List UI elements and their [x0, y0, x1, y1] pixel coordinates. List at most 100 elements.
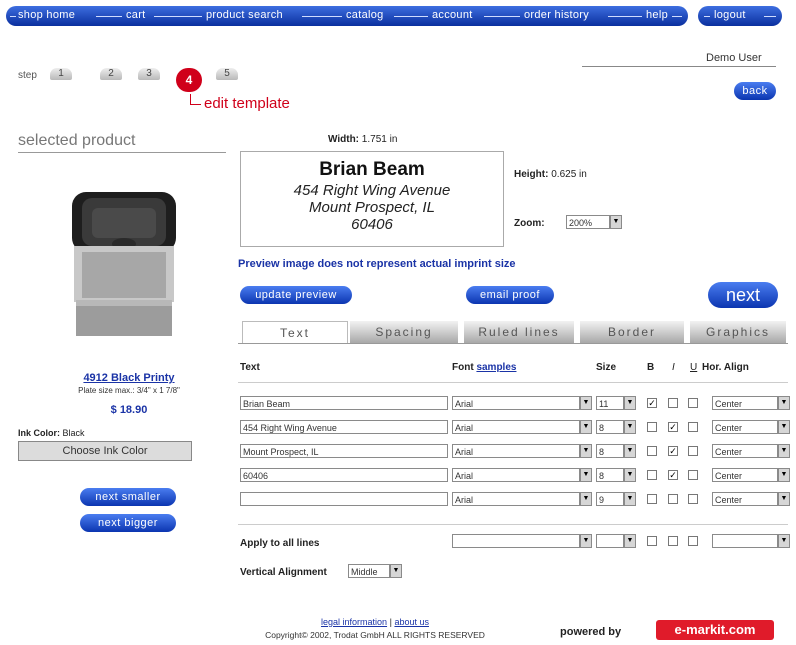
next-bigger-button[interactable]: next bigger: [80, 514, 176, 532]
line-size-select[interactable]: 8: [596, 420, 624, 434]
zoom-dropdown-arrow-icon[interactable]: ▼: [610, 215, 622, 229]
line-align-select[interactable]: Center: [712, 396, 778, 410]
nav-cart[interactable]: cart: [126, 9, 146, 21]
line-size-arrow-icon[interactable]: ▼: [624, 396, 636, 410]
apply-all-align-arrow-icon[interactable]: ▼: [778, 534, 790, 548]
apply-all-italic-checkbox[interactable]: [668, 536, 678, 546]
line-align-select[interactable]: Center: [712, 492, 778, 506]
line-font-arrow-icon[interactable]: ▼: [580, 420, 592, 434]
apply-all-bold-checkbox[interactable]: [647, 536, 657, 546]
choose-ink-color-button[interactable]: Choose Ink Color: [18, 441, 192, 461]
line-size-arrow-icon[interactable]: ▼: [624, 444, 636, 458]
line-size-select[interactable]: 9: [596, 492, 624, 506]
line-align-select[interactable]: Center: [712, 420, 778, 434]
step-3[interactable]: 3: [138, 68, 160, 80]
apply-all-underline-checkbox[interactable]: [688, 536, 698, 546]
emarkit-logo[interactable]: e-markit.com: [656, 620, 774, 640]
apply-all-size-select[interactable]: [596, 534, 624, 548]
legal-information-link[interactable]: legal information: [321, 617, 387, 627]
tab-text[interactable]: Text: [242, 321, 348, 344]
line-size-arrow-icon[interactable]: ▼: [624, 468, 636, 482]
line-italic-checkbox[interactable]: ✓: [668, 470, 678, 480]
line-bold-checkbox[interactable]: [647, 470, 657, 480]
apply-all-font-arrow-icon[interactable]: ▼: [580, 534, 592, 548]
line-text-input[interactable]: 454 Right Wing Avenue: [240, 420, 448, 434]
line-font-select[interactable]: Arial: [452, 444, 580, 458]
line-size-arrow-icon[interactable]: ▼: [624, 492, 636, 506]
step-1[interactable]: 1: [50, 68, 72, 80]
line-underline-checkbox[interactable]: [688, 398, 698, 408]
line-italic-checkbox[interactable]: ✓: [668, 446, 678, 456]
line-font-arrow-icon[interactable]: ▼: [580, 396, 592, 410]
next-smaller-button[interactable]: next smaller: [80, 488, 176, 506]
line-italic-checkbox[interactable]: [668, 494, 678, 504]
nav-help[interactable]: help: [646, 9, 668, 21]
email-proof-button[interactable]: email proof: [466, 286, 554, 304]
line-align-arrow-icon[interactable]: ▼: [778, 492, 790, 506]
line-align-select[interactable]: Center: [712, 468, 778, 482]
line-align-arrow-icon[interactable]: ▼: [778, 396, 790, 410]
zoom-select[interactable]: 200%: [566, 215, 610, 229]
nav-order-history[interactable]: order history: [524, 9, 589, 21]
line-align-select[interactable]: Center: [712, 444, 778, 458]
line-font-arrow-icon[interactable]: ▼: [580, 444, 592, 458]
line-font-select[interactable]: Arial: [452, 492, 580, 506]
line-text-input[interactable]: Brian Beam: [240, 396, 448, 410]
font-samples-link[interactable]: samples: [476, 362, 516, 373]
product-name-link[interactable]: 4912 Black Printy: [50, 372, 208, 384]
line-bold-checkbox[interactable]: ✓: [647, 398, 657, 408]
line-font-select[interactable]: Arial: [452, 420, 580, 434]
about-us-link[interactable]: about us: [394, 617, 429, 627]
apply-all-font-select[interactable]: [452, 534, 580, 548]
line-underline-checkbox[interactable]: [688, 494, 698, 504]
logout-label: logout: [714, 9, 746, 21]
header-italic: I: [672, 362, 675, 373]
nav-account[interactable]: account: [432, 9, 473, 21]
step-2[interactable]: 2: [100, 68, 122, 80]
line-size-select[interactable]: 11: [596, 396, 624, 410]
line-size-select[interactable]: 8: [596, 444, 624, 458]
line-bold-checkbox[interactable]: [647, 446, 657, 456]
back-button[interactable]: back: [734, 82, 776, 100]
nav-catalog[interactable]: catalog: [346, 9, 384, 21]
preview-line-4: 60406: [351, 216, 393, 233]
line-underline-checkbox[interactable]: [688, 446, 698, 456]
tab-border[interactable]: Border: [580, 321, 684, 343]
line-size-select[interactable]: 8: [596, 468, 624, 482]
product-image: [72, 192, 176, 336]
tab-graphics[interactable]: Graphics: [690, 321, 786, 343]
height-label: Height:: [514, 169, 549, 180]
line-bold-checkbox[interactable]: [647, 422, 657, 432]
line-text-input[interactable]: 60406: [240, 468, 448, 482]
vertical-alignment-select[interactable]: Middle: [348, 564, 390, 578]
logout-button[interactable]: logout: [698, 6, 782, 26]
vertical-alignment-arrow-icon[interactable]: ▼: [390, 564, 402, 578]
line-font-select[interactable]: Arial: [452, 396, 580, 410]
line-text-input[interactable]: Mount Prospect, IL: [240, 444, 448, 458]
nav-product-search[interactable]: product search: [206, 9, 283, 21]
line-align-arrow-icon[interactable]: ▼: [778, 420, 790, 434]
line-underline-checkbox[interactable]: [688, 470, 698, 480]
line-italic-checkbox[interactable]: ✓: [668, 422, 678, 432]
line-font-select[interactable]: Arial: [452, 468, 580, 482]
line-align-arrow-icon[interactable]: ▼: [778, 444, 790, 458]
line-font-arrow-icon[interactable]: ▼: [580, 468, 592, 482]
line-underline-checkbox[interactable]: [688, 422, 698, 432]
update-preview-button[interactable]: update preview: [240, 286, 352, 304]
line-text-input[interactable]: [240, 492, 448, 506]
tab-ruled-lines[interactable]: Ruled lines: [464, 321, 574, 343]
nav-shop-home[interactable]: shop home: [18, 9, 75, 21]
apply-all-align-select[interactable]: [712, 534, 778, 548]
line-size-arrow-icon[interactable]: ▼: [624, 420, 636, 434]
apply-all-size-arrow-icon[interactable]: ▼: [624, 534, 636, 548]
tab-baseline: [238, 343, 788, 344]
line-italic-checkbox[interactable]: [668, 398, 678, 408]
step-5[interactable]: 5: [216, 68, 238, 80]
height-row: Height: 0.625 in: [514, 169, 587, 180]
line-font-arrow-icon[interactable]: ▼: [580, 492, 592, 506]
height-value: 0.625: [551, 169, 577, 180]
line-bold-checkbox[interactable]: [647, 494, 657, 504]
tab-spacing[interactable]: Spacing: [350, 321, 458, 343]
next-button[interactable]: next: [708, 282, 778, 308]
line-align-arrow-icon[interactable]: ▼: [778, 468, 790, 482]
